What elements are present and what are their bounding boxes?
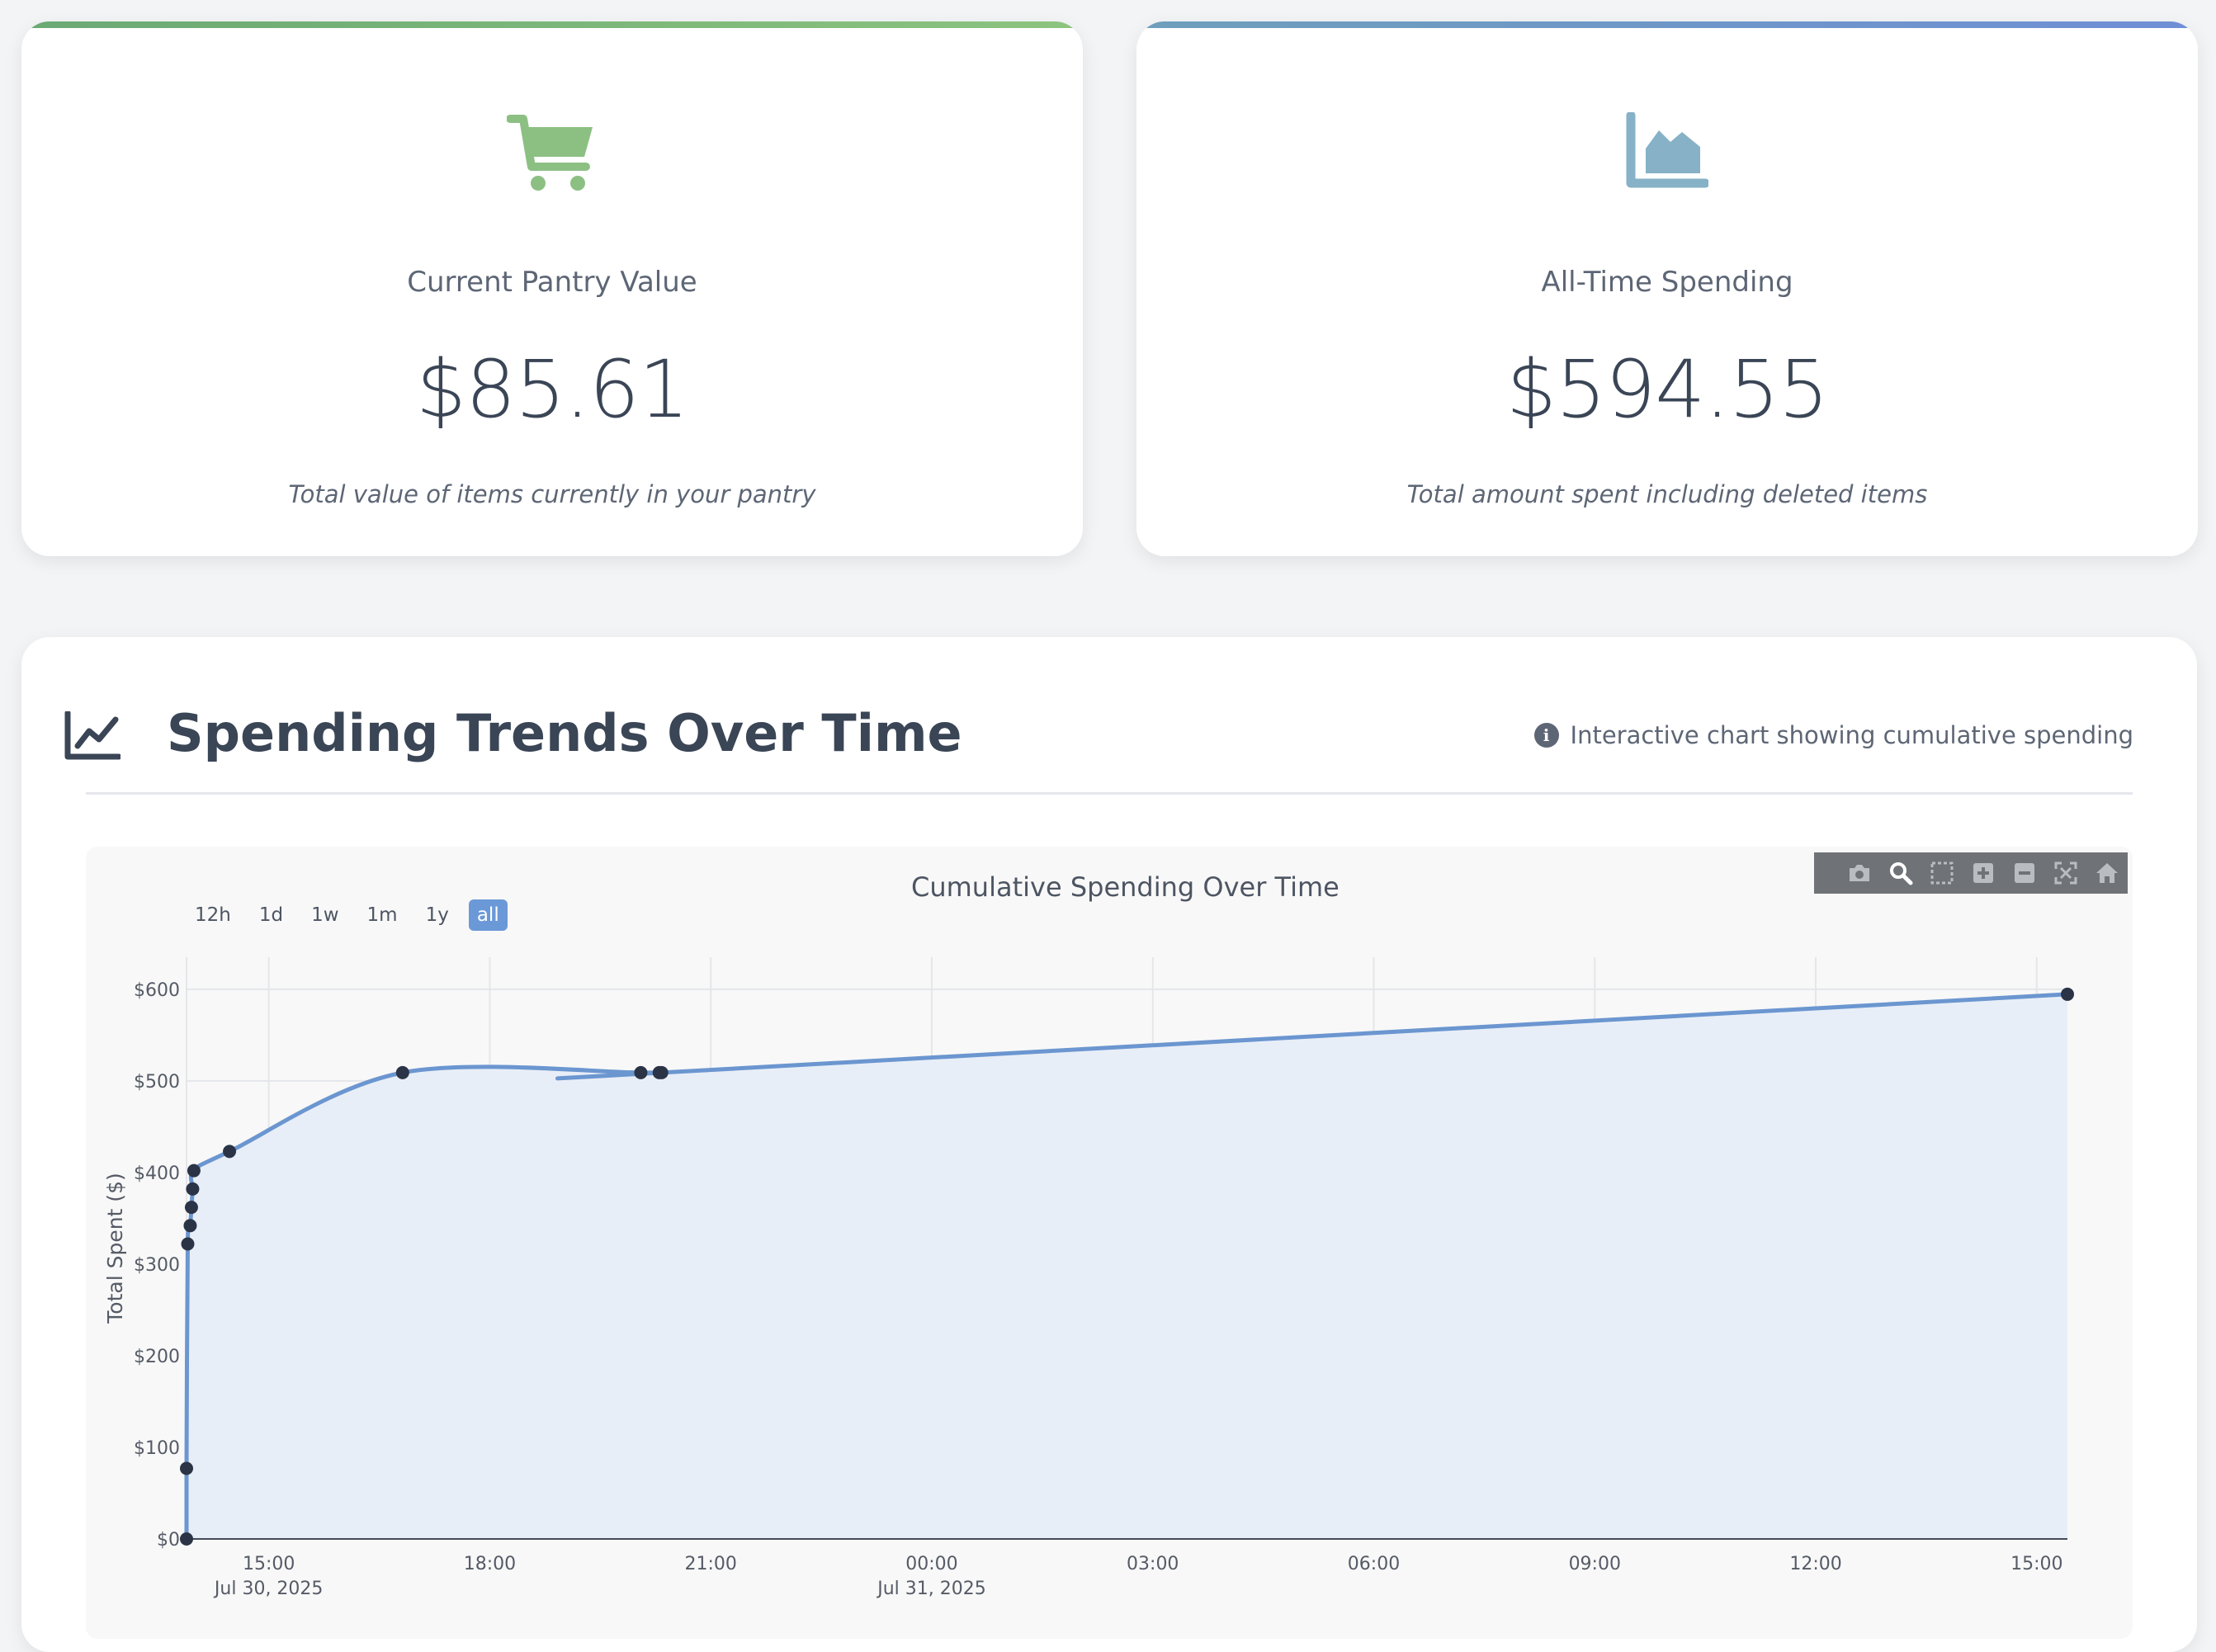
data-point (2061, 987, 2074, 1001)
x-tick-label: 09:00 (1569, 1554, 1621, 1574)
x-tick-label: 06:00 (1348, 1554, 1400, 1574)
x-tick-sublabel: Jul 30, 2025 (213, 1579, 324, 1599)
y-tick-label: $500 (134, 1072, 180, 1093)
data-point (634, 1065, 648, 1079)
data-point (187, 1163, 201, 1178)
x-tick-label: 12:00 (1789, 1554, 1841, 1574)
data-point (654, 1065, 669, 1079)
y-tick-label: $300 (134, 1255, 180, 1276)
data-point (180, 1532, 193, 1546)
x-tick-label: 15:00 (243, 1554, 295, 1574)
x-tick-sublabel: Jul 31, 2025 (876, 1579, 986, 1599)
data-point (186, 1182, 200, 1196)
data-point (223, 1145, 237, 1159)
x-tick-label: 15:00 (2010, 1554, 2062, 1574)
x-tick-label: 18:00 (464, 1554, 516, 1574)
y-tick-label: $600 (134, 980, 180, 1001)
x-tick-label: 21:00 (685, 1554, 737, 1574)
x-tick-label: 00:00 (905, 1554, 957, 1574)
x-tick-label: 03:00 (1127, 1554, 1179, 1574)
y-tick-label: $200 (134, 1347, 180, 1367)
y-tick-label: $0 (157, 1530, 180, 1551)
chart-svg: $0 $100 $200 $300 $400 $500 $600 15:00 Jul 30, 2… (103, 957, 2074, 1599)
y-tick-label: $400 (134, 1163, 180, 1184)
data-point (395, 1065, 409, 1079)
data-point (180, 1461, 193, 1475)
y-axis-title: Total Spent ($) (103, 1173, 127, 1324)
data-point (184, 1201, 198, 1215)
data-point (183, 1219, 197, 1233)
data-point (181, 1237, 195, 1251)
area-fill (186, 994, 2067, 1539)
y-tick-label: $100 (134, 1438, 180, 1459)
